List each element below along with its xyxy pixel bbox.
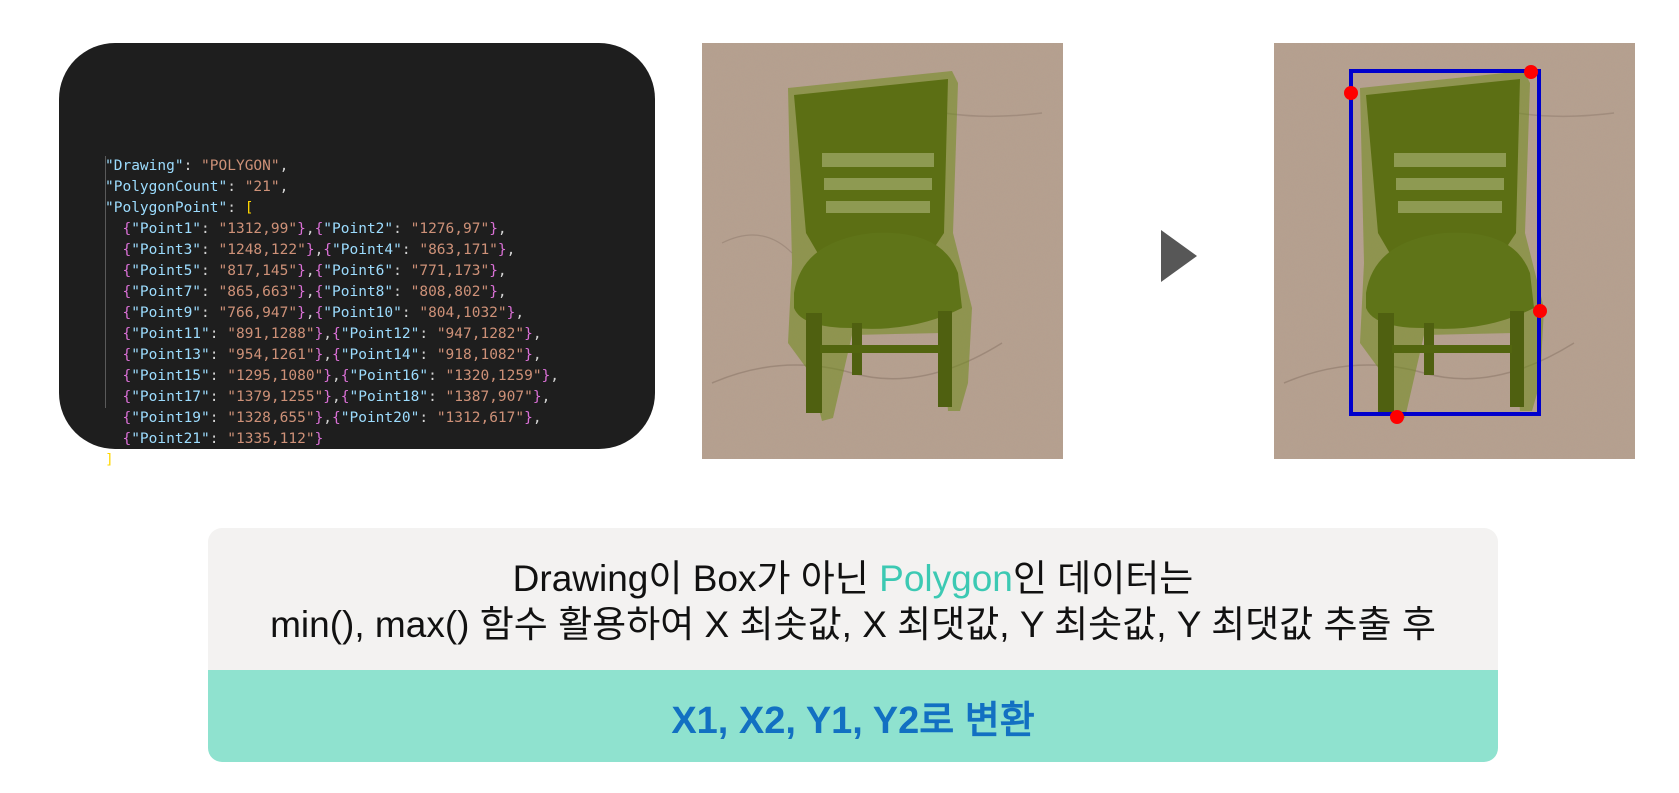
code-line: {"Point21": "1335,112"} <box>122 431 324 447</box>
explanation-line-1: Drawing이 Box가 아닌 Polygon인 데이터는 <box>512 558 1194 599</box>
code-line: {"Point17": "1379,1255"},{"Point18": "13… <box>122 389 551 405</box>
code-line: "PolygonCount": "21", <box>105 179 289 195</box>
chair-bbox-image <box>1274 43 1635 459</box>
code-line: {"Point13": "954,1261"},{"Point14": "918… <box>122 347 542 363</box>
code-line: ] <box>105 452 114 468</box>
explanation-line-2: min(), max() 함수 활용하여 X 최솟값, X 최댓값, Y 최솟값… <box>270 604 1436 645</box>
chair-polygon-image <box>702 43 1063 459</box>
code-line: "PolygonPoint": [ <box>105 200 254 216</box>
code-line: {"Point19": "1328,655"},{"Point20": "131… <box>122 410 542 426</box>
code-line: {"Point11": "891,1288"},{"Point12": "947… <box>122 326 542 342</box>
code-line: {"Point9": "766,947"},{"Point10": "804,1… <box>122 305 525 321</box>
code-line: {"Point1": "1312,99"},{"Point2": "1276,9… <box>122 221 507 237</box>
bbox-point-ymin <box>1524 65 1538 79</box>
json-code-panel: "Drawing": "POLYGON", "PolygonCount": "21… <box>59 43 655 468</box>
code-line: {"Point5": "817,145"},{"Point6": "771,17… <box>122 263 507 279</box>
result-banner: X1, X2, Y1, Y2로 변환 <box>208 670 1498 762</box>
bbox-point-ymax <box>1390 410 1404 424</box>
explanation-box: Drawing이 Box가 아닌 Polygon인 데이터는 min(), ma… <box>208 528 1498 762</box>
explanation-text: Drawing이 Box가 아닌 Polygon인 데이터는 min(), ma… <box>208 528 1498 670</box>
play-triangle-icon <box>1161 230 1197 282</box>
code-line: "Drawing": "POLYGON", <box>105 158 289 174</box>
polygon-highlight: Polygon <box>879 558 1013 599</box>
code-line: {"Point3": "1248,122"},{"Point4": "863,1… <box>122 242 516 258</box>
bbox-point-xmin <box>1344 86 1358 100</box>
json-code-block: "Drawing": "POLYGON", "PolygonCount": "21… <box>105 93 655 471</box>
indent-guide <box>105 156 106 408</box>
result-text: X1, X2, Y1, Y2로 변환 <box>671 699 1035 742</box>
code-line: {"Point15": "1295,1080"},{"Point16": "13… <box>122 368 560 384</box>
code-line: {"Point7": "865,663"},{"Point8": "808,80… <box>122 284 507 300</box>
bbox-point-xmax <box>1533 304 1547 318</box>
